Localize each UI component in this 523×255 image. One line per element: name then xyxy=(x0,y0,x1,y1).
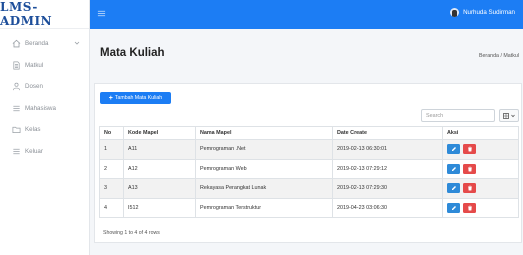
sidebar-item-label: Dosen xyxy=(25,83,43,91)
page-title: Mata Kuliah xyxy=(100,47,165,59)
edit-button[interactable] xyxy=(447,183,460,194)
chevron-down-icon xyxy=(74,41,80,45)
edit-icon xyxy=(451,147,456,152)
cell-kode: A11 xyxy=(123,139,196,160)
cell-no: 3 xyxy=(99,178,124,199)
edit-button[interactable] xyxy=(447,144,460,155)
cell-no: 1 xyxy=(99,139,124,160)
table-row: 2 A12 Pemrograman Web 2019-02-13 07:29:1… xyxy=(99,158,519,179)
cell-date: 2019-02-13 06:30:01 xyxy=(332,139,443,160)
cell-kode: A13 xyxy=(123,178,196,199)
sidebar-item-keluar[interactable]: Keluar xyxy=(0,141,89,163)
delete-button[interactable] xyxy=(463,202,476,213)
folder-icon xyxy=(12,125,21,134)
table-row: 3 A13 Rekayasa Perangkat Lunak 2019-02-1… xyxy=(99,178,519,199)
user-name: Nurhuda Sudirman xyxy=(463,9,515,16)
list-icon xyxy=(12,104,21,113)
table-header-row: No Kode Mapel Nama Mapel Date Create Aks… xyxy=(99,126,519,140)
cell-nama: Pemrograman .Net xyxy=(195,139,333,160)
cell-nama: Rekayasa Perangkat Lunak xyxy=(195,178,333,199)
edit-icon xyxy=(451,205,456,210)
avatar xyxy=(450,8,460,17)
sidebar-item-label: Kelas xyxy=(25,126,41,134)
cell-no: 2 xyxy=(99,158,124,179)
add-course-button[interactable]: + Tambah Mata Kuliah xyxy=(100,92,171,104)
cell-actions xyxy=(442,197,519,218)
add-course-label: Tambah Mata Kuliah xyxy=(114,95,163,101)
delete-button[interactable] xyxy=(463,163,476,174)
sidebar-nav: Beranda Matkul Dosen Mahasiswa Kelas Kel… xyxy=(0,29,89,162)
trash-icon xyxy=(467,166,472,172)
column-header[interactable]: Kode Mapel xyxy=(123,126,196,140)
trash-icon xyxy=(467,147,472,152)
cell-kode: I512 xyxy=(123,197,196,218)
pagination-summary: Showing 1 to 4 of 4 rows xyxy=(103,230,160,236)
cell-actions xyxy=(442,178,519,199)
edit-icon xyxy=(451,186,456,191)
users-icon xyxy=(12,82,21,91)
search-placeholder: Search xyxy=(426,113,444,119)
list-icon xyxy=(12,147,21,156)
sidebar: LMS-ADMIN Beranda Matkul Dosen Mahasiswa… xyxy=(0,0,90,255)
trash-icon xyxy=(467,205,472,211)
brand-text: LMS-ADMIN xyxy=(0,0,53,28)
grid-dropdown-icon xyxy=(502,112,515,119)
sidebar-item-label: Keluar xyxy=(25,147,43,155)
sidebar-item-kelas[interactable]: Kelas xyxy=(0,119,89,141)
content-card: + Tambah Mata Kuliah Search No Kode Mapel… xyxy=(94,83,522,243)
edit-button[interactable] xyxy=(447,202,460,213)
column-header[interactable]: Nama Mapel xyxy=(195,126,333,140)
sidebar-item-label: Matkul xyxy=(25,61,44,69)
cell-actions xyxy=(442,158,519,179)
cell-nama: Pemrograman Web xyxy=(195,158,333,179)
column-header[interactable]: No xyxy=(99,126,124,140)
home-icon xyxy=(12,39,21,48)
cell-date: 2019-02-13 07:29:12 xyxy=(332,158,443,179)
cell-date: 2019-04-23 03:06:30 xyxy=(332,197,443,218)
column-header[interactable]: Date Create xyxy=(332,126,443,140)
column-header: Aksi xyxy=(442,126,519,140)
table-row: 4 I512 Pemrograman Terstruktur 2019-04-2… xyxy=(99,197,519,218)
brand-logo[interactable]: LMS-ADMIN xyxy=(0,0,89,29)
search-input[interactable]: Search xyxy=(421,109,495,122)
cell-actions xyxy=(442,139,519,160)
trash-icon xyxy=(467,186,472,191)
courses-table: No Kode Mapel Nama Mapel Date Create Aks… xyxy=(99,126,519,218)
plus-icon: + xyxy=(108,94,113,102)
breadcrumb: Beranda / Matkul xyxy=(478,53,519,59)
sidebar-item-mahasiswa[interactable]: Mahasiswa xyxy=(0,98,89,120)
edit-button[interactable] xyxy=(447,163,460,174)
cell-no: 4 xyxy=(99,197,124,218)
cell-nama: Pemrograman Terstruktur xyxy=(195,197,333,218)
sidebar-item-dosen[interactable]: Dosen xyxy=(0,76,89,98)
table-row: 1 A11 Pemrograman .Net 2019-02-13 06:30:… xyxy=(99,139,519,160)
edit-icon xyxy=(451,166,456,171)
delete-button[interactable] xyxy=(463,144,476,155)
cell-date: 2019-02-13 07:29:30 xyxy=(332,178,443,199)
columns-toggle-button[interactable] xyxy=(499,109,519,122)
content-header: Mata Kuliah Beranda / Matkul xyxy=(90,29,523,79)
user-menu[interactable]: Nurhuda Sudirman xyxy=(450,8,515,17)
delete-button[interactable] xyxy=(463,183,476,194)
document-icon xyxy=(12,61,21,70)
sidebar-item-beranda[interactable]: Beranda xyxy=(0,33,89,55)
top-navbar: Nurhuda Sudirman xyxy=(90,0,523,29)
cell-kode: A12 xyxy=(123,158,196,179)
sidebar-item-label: Beranda xyxy=(25,40,49,48)
sidebar-item-label: Mahasiswa xyxy=(25,104,56,112)
hamburger-menu-icon[interactable] xyxy=(97,9,106,18)
sidebar-item-matkul[interactable]: Matkul xyxy=(0,55,89,77)
